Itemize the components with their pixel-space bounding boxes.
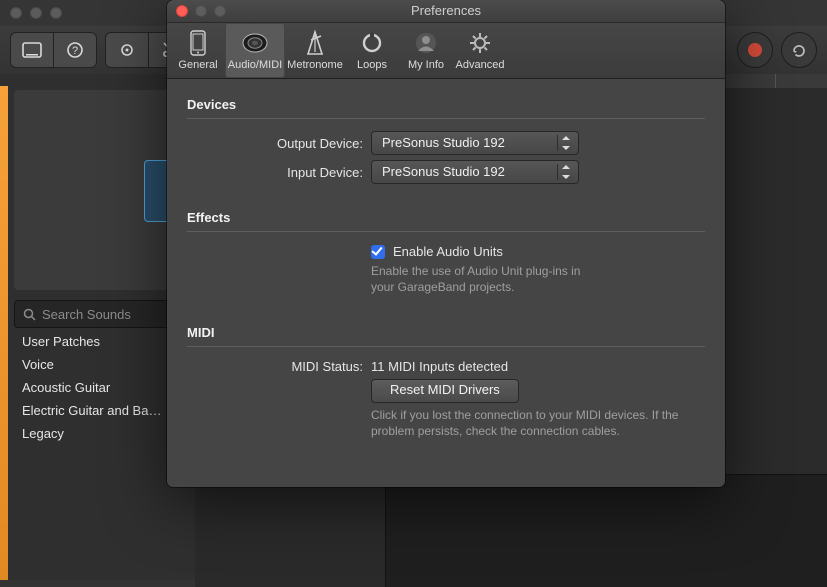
enable-audio-units-checkbox[interactable] bbox=[371, 245, 385, 259]
section-effects: Effects bbox=[187, 200, 705, 232]
tab-metronome[interactable]: Metronome bbox=[285, 23, 345, 78]
list-item[interactable]: User Patches bbox=[14, 330, 186, 353]
close-icon[interactable] bbox=[10, 7, 22, 19]
tab-label: My Info bbox=[408, 59, 444, 71]
library-toggle-group[interactable]: ? bbox=[10, 32, 97, 68]
enable-audio-units-label: Enable Audio Units bbox=[393, 244, 503, 259]
tab-label: Advanced bbox=[456, 59, 505, 71]
midi-status-value: 11 MIDI Inputs detected bbox=[371, 359, 508, 374]
reset-midi-button[interactable]: Reset MIDI Drivers bbox=[371, 379, 519, 403]
main-traffic-lights[interactable] bbox=[10, 7, 62, 19]
svg-text:?: ? bbox=[72, 45, 78, 57]
output-device-popup[interactable]: PreSonus Studio 192 bbox=[371, 131, 579, 155]
tab-audio-midi[interactable]: Audio/MIDI bbox=[225, 23, 285, 78]
effects-hint: Enable the use of Audio Unit plug-ins in… bbox=[371, 264, 591, 295]
record-button[interactable] bbox=[737, 32, 773, 68]
track-lane[interactable] bbox=[195, 474, 827, 587]
help-icon[interactable]: ? bbox=[53, 32, 97, 68]
pref-toolbar: General Audio/MIDI Metronome Loops My In… bbox=[167, 23, 725, 79]
list-item[interactable]: Voice bbox=[14, 353, 186, 376]
loop-icon bbox=[357, 30, 387, 56]
track-color-strip bbox=[0, 86, 8, 580]
pref-titlebar[interactable]: Preferences bbox=[167, 0, 725, 23]
track-lane-header[interactable] bbox=[195, 475, 386, 587]
list-item[interactable]: Acoustic Guitar bbox=[14, 376, 186, 399]
settings-icon[interactable] bbox=[105, 32, 148, 68]
minimize-icon[interactable] bbox=[30, 7, 42, 19]
search-placeholder: Search Sounds bbox=[42, 307, 131, 322]
midi-status-label: MIDI Status: bbox=[187, 359, 371, 374]
tab-my-info[interactable]: My Info bbox=[399, 23, 453, 78]
speaker-icon bbox=[240, 30, 270, 56]
pref-body: Devices Output Device: PreSonus Studio 1… bbox=[167, 77, 725, 487]
tab-label: General bbox=[178, 59, 217, 71]
chevron-updown-icon bbox=[560, 164, 572, 180]
input-device-value: PreSonus Studio 192 bbox=[382, 164, 505, 179]
list-item[interactable]: Legacy bbox=[14, 422, 186, 445]
input-device-popup[interactable]: PreSonus Studio 192 bbox=[371, 160, 579, 184]
tab-general[interactable]: General bbox=[171, 23, 225, 78]
output-device-value: PreSonus Studio 192 bbox=[382, 135, 505, 150]
library-list[interactable]: User Patches Voice Acoustic Guitar Elect… bbox=[14, 330, 186, 445]
chevron-updown-icon bbox=[560, 135, 572, 151]
tab-advanced[interactable]: Advanced bbox=[453, 23, 507, 78]
person-icon bbox=[411, 30, 441, 56]
output-device-label: Output Device: bbox=[187, 136, 371, 151]
tab-loops[interactable]: Loops bbox=[345, 23, 399, 78]
search-icon bbox=[23, 308, 36, 321]
tab-label: Metronome bbox=[287, 59, 343, 71]
track-header-area[interactable] bbox=[14, 90, 186, 290]
tab-label: Audio/MIDI bbox=[228, 59, 282, 71]
pref-title: Preferences bbox=[167, 0, 725, 22]
section-midi: MIDI bbox=[187, 315, 705, 347]
input-device-label: Input Device: bbox=[187, 165, 371, 180]
list-item[interactable]: Electric Guitar and Ba… bbox=[14, 399, 186, 422]
zoom-icon[interactable] bbox=[50, 7, 62, 19]
preferences-window: Preferences General Audio/MIDI Metronome bbox=[167, 0, 725, 487]
phone-icon bbox=[183, 30, 213, 56]
gear-icon bbox=[465, 30, 495, 56]
metronome-icon bbox=[300, 30, 330, 56]
library-icon[interactable] bbox=[10, 32, 53, 68]
tab-label: Loops bbox=[357, 59, 387, 71]
section-devices: Devices bbox=[187, 87, 705, 119]
cycle-button[interactable] bbox=[781, 32, 817, 68]
midi-hint: Click if you lost the connection to your… bbox=[371, 408, 705, 439]
